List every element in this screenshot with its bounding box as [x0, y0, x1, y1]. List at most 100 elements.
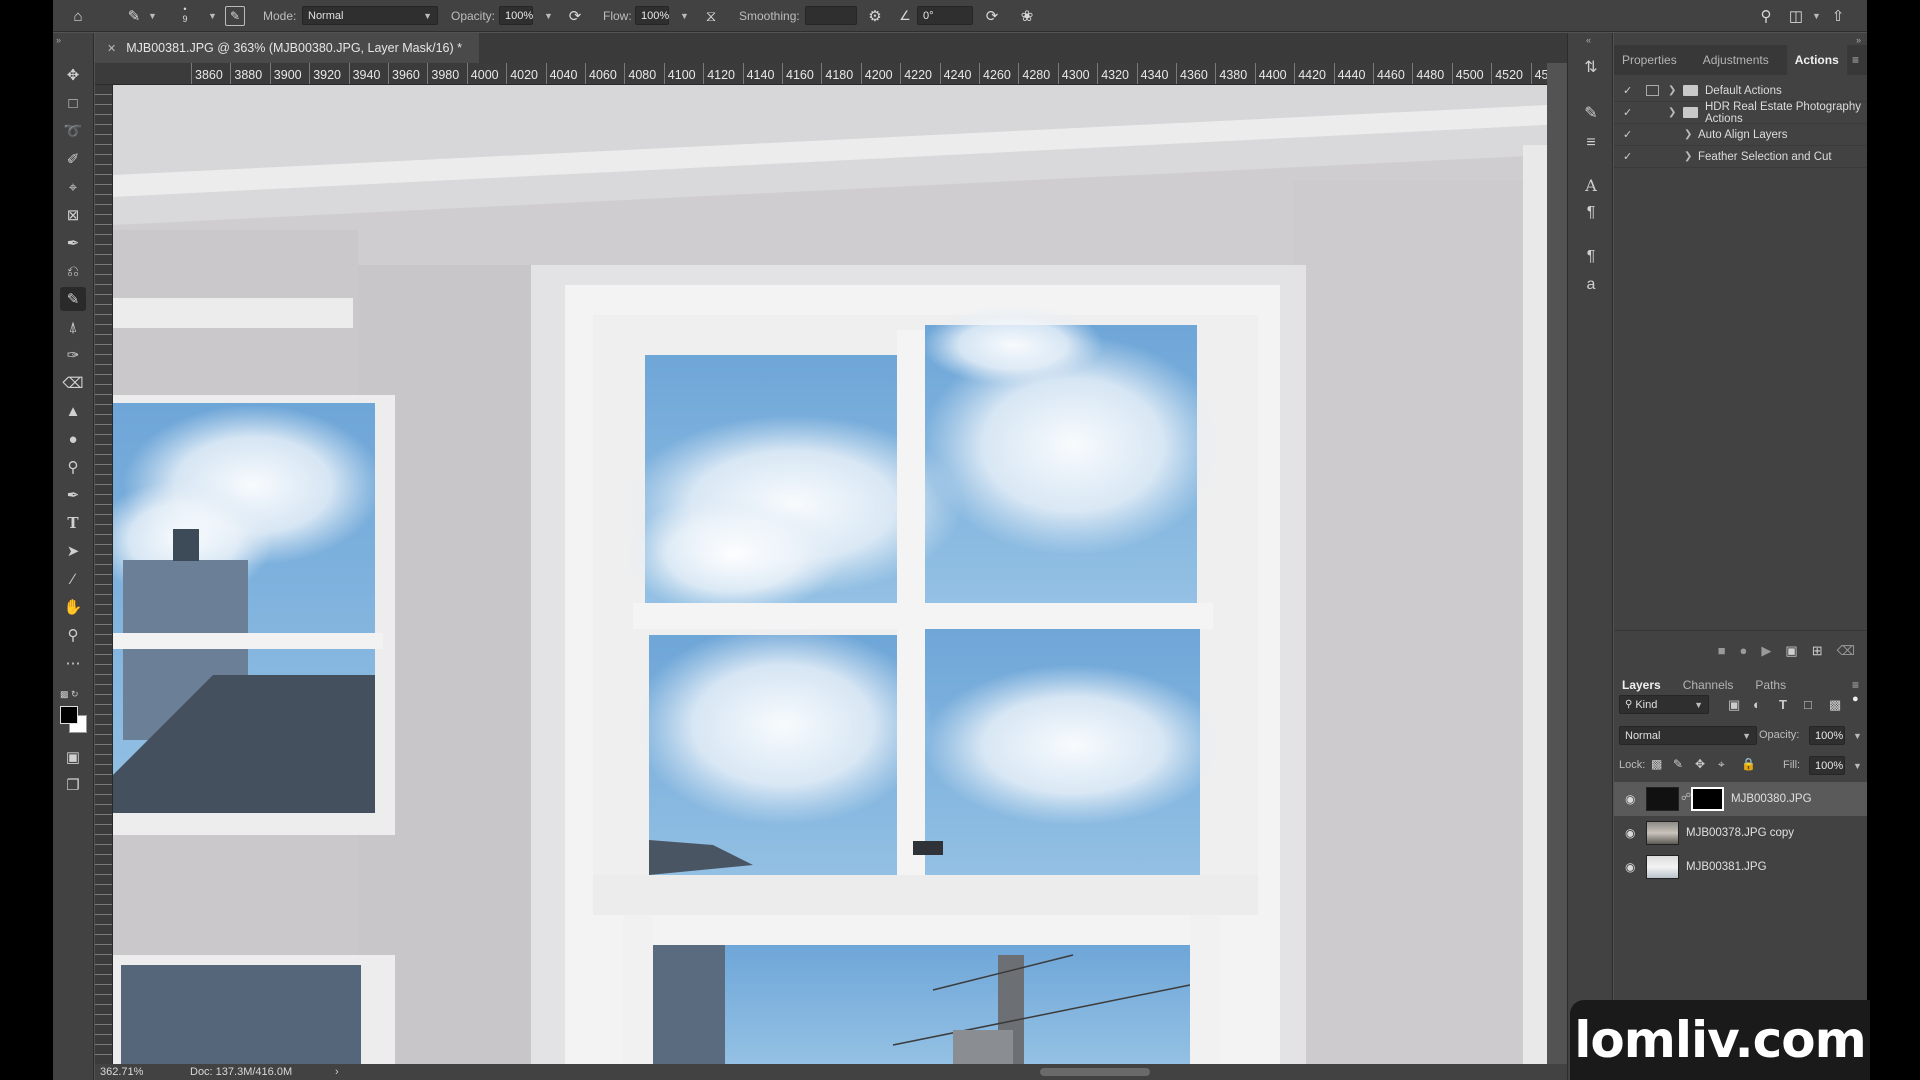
- blend-mode-select[interactable]: Normal ▼: [1619, 726, 1757, 745]
- chevron-down-icon[interactable]: ▼: [680, 11, 689, 21]
- search-icon[interactable]: ⚲: [1755, 6, 1777, 26]
- stop-icon[interactable]: ■: [1718, 643, 1726, 658]
- line-tool-icon[interactable]: ∕: [60, 567, 86, 591]
- history-panel-icon[interactable]: ⇅: [1578, 55, 1604, 79]
- chevron-down-icon[interactable]: ▼: [1853, 731, 1862, 741]
- chevron-right-icon[interactable]: ❯: [1684, 151, 1692, 162]
- new-action-icon[interactable]: ⊞: [1812, 643, 1823, 659]
- layer-thumbnail[interactable]: [1646, 855, 1679, 879]
- layer-mask-thumbnail[interactable]: [1691, 787, 1724, 811]
- more-tools-icon[interactable]: ⋯: [60, 651, 86, 675]
- dodge-tool-icon[interactable]: ⚲: [60, 455, 86, 479]
- frame-tool-icon[interactable]: ⊠: [60, 203, 86, 227]
- horizontal-ruler[interactable]: 3860 3880 3900 3920 3940 3960 3980 4000 4020 4040…: [95, 63, 1547, 85]
- record-icon[interactable]: ●: [1740, 643, 1748, 658]
- layer-thumbnail[interactable]: [1646, 821, 1679, 845]
- gear-icon[interactable]: ⚙: [864, 6, 886, 26]
- dialog-toggle-icon[interactable]: [1646, 85, 1659, 96]
- share-icon[interactable]: ⇧: [1827, 6, 1849, 26]
- brush-settings-toggle-icon[interactable]: ✎: [225, 6, 245, 26]
- zoom-tool-icon[interactable]: ⚲: [60, 623, 86, 647]
- move-tool-icon[interactable]: ✥: [60, 63, 86, 87]
- checkmark-icon[interactable]: ✓: [1623, 84, 1632, 97]
- layer-row-selected[interactable]: ◉ ☍ MJB00380.JPG: [1614, 782, 1867, 816]
- chevron-down-icon[interactable]: ▼: [208, 11, 217, 21]
- foreground-color-swatch[interactable]: [60, 706, 78, 724]
- brush-tool-icon[interactable]: ✎: [60, 287, 86, 311]
- checkmark-icon[interactable]: ✓: [1623, 128, 1632, 141]
- quick-selection-tool-icon[interactable]: ✐: [60, 147, 86, 171]
- checkmark-icon[interactable]: ✓: [1623, 106, 1632, 119]
- flow-field[interactable]: 100%: [635, 6, 669, 25]
- layer-row[interactable]: ◉ MJB00381.JPG: [1614, 850, 1867, 884]
- visibility-eye-icon[interactable]: ◉: [1625, 792, 1635, 806]
- play-icon[interactable]: ▶: [1761, 643, 1771, 659]
- lock-artboard-icon[interactable]: ⌖: [1718, 757, 1725, 772]
- panel-menu-icon[interactable]: ≡: [1852, 53, 1859, 67]
- lock-image-icon[interactable]: ✎: [1673, 757, 1683, 771]
- lasso-tool-icon[interactable]: ➰: [60, 119, 86, 143]
- doc-size-info[interactable]: Doc: 137.3M/416.0M: [190, 1066, 292, 1078]
- character-styles-icon[interactable]: a: [1578, 273, 1604, 297]
- layer-opacity-field[interactable]: 100%: [1809, 726, 1845, 745]
- new-set-folder-icon[interactable]: ▣: [1785, 643, 1797, 659]
- hand-tool-icon[interactable]: ✋: [60, 595, 86, 619]
- quick-mask-icon[interactable]: ▣: [60, 745, 86, 769]
- filter-toggle-icon[interactable]: ●: [1852, 693, 1859, 705]
- paint-bucket-tool-icon[interactable]: ▲: [60, 399, 86, 423]
- swap-colors-icon[interactable]: ▩ ↻: [60, 689, 79, 700]
- tab-properties[interactable]: Properties: [1614, 45, 1685, 75]
- collapse-toolbar-icon[interactable]: »: [56, 35, 61, 45]
- pressure-size-icon[interactable]: ⟳: [981, 6, 1003, 26]
- tab-paths[interactable]: Paths: [1747, 670, 1794, 700]
- airbrush-icon[interactable]: ⧖: [700, 6, 722, 26]
- trash-icon[interactable]: ⌫: [1837, 643, 1855, 659]
- visibility-eye-icon[interactable]: ◉: [1625, 826, 1635, 840]
- close-icon[interactable]: ✕: [107, 42, 116, 55]
- filter-smart-object-icon[interactable]: ▩: [1829, 697, 1841, 713]
- collapse-panels-icon[interactable]: »: [1856, 35, 1861, 45]
- fill-field[interactable]: 100%: [1809, 756, 1845, 775]
- link-icon[interactable]: ☍: [1681, 792, 1691, 803]
- panel-menu-icon[interactable]: ≡: [1852, 678, 1859, 692]
- chevron-down-icon[interactable]: ▼: [544, 11, 553, 21]
- marquee-tool-icon[interactable]: □: [60, 91, 86, 115]
- blur-tool-icon[interactable]: ●: [60, 427, 86, 451]
- layer-thumbnail[interactable]: [1646, 787, 1679, 811]
- filter-shape-icon[interactable]: □: [1804, 697, 1812, 712]
- lock-all-icon[interactable]: 🔒: [1741, 757, 1756, 771]
- action-set-row[interactable]: ✓ ❯ HDR Real Estate Photography Actions: [1614, 101, 1867, 125]
- screen-mode-icon[interactable]: ❐: [60, 773, 86, 797]
- pen-tool-icon[interactable]: ✒: [60, 483, 86, 507]
- horizontal-scrollbar[interactable]: [1040, 1068, 1150, 1076]
- crop-tool-icon[interactable]: ⌖: [60, 175, 86, 199]
- paragraph-styles-icon[interactable]: ¶: [1578, 245, 1604, 269]
- chevron-down-icon[interactable]: ▼: [148, 11, 157, 21]
- symmetry-butterfly-icon[interactable]: ❀: [1016, 6, 1038, 26]
- filter-adjustment-icon[interactable]: ◐: [1753, 697, 1761, 712]
- brush-settings-panel-icon[interactable]: ✎: [1578, 101, 1604, 125]
- smoothing-field[interactable]: [805, 6, 857, 25]
- workspace-icon[interactable]: ◫: [1785, 6, 1807, 26]
- action-row[interactable]: ✓ ❯ Feather Selection and Cut: [1614, 146, 1867, 168]
- chevron-down-icon[interactable]: ▼: [1812, 11, 1821, 21]
- lock-position-icon[interactable]: ✥: [1695, 757, 1705, 771]
- zoom-level[interactable]: 362.71%: [100, 1066, 143, 1078]
- chevron-right-icon[interactable]: ❯: [1684, 129, 1692, 140]
- path-selection-tool-icon[interactable]: ➤: [60, 539, 86, 563]
- brush-tool-preset-icon[interactable]: ✎: [123, 6, 145, 26]
- mode-select[interactable]: Normal ▼: [302, 6, 438, 25]
- layer-filter-select[interactable]: ⚲ Kind ▼: [1619, 695, 1709, 714]
- action-set-row[interactable]: ✓ ❯ Default Actions: [1614, 80, 1867, 102]
- chevron-down-icon[interactable]: ▼: [1853, 761, 1862, 771]
- collapse-dock-icon[interactable]: «: [1586, 35, 1591, 45]
- filter-type-icon[interactable]: T: [1779, 697, 1787, 712]
- chevron-right-icon[interactable]: ›: [335, 1066, 339, 1078]
- home-icon[interactable]: ⌂: [67, 6, 89, 26]
- adjustments-panel-icon[interactable]: ≡: [1578, 131, 1604, 155]
- lock-transparency-icon[interactable]: ▩: [1651, 757, 1662, 771]
- opacity-field[interactable]: 100%: [499, 6, 533, 25]
- filter-pixel-icon[interactable]: ▣: [1728, 697, 1740, 713]
- paragraph-panel-icon[interactable]: ¶: [1578, 201, 1604, 225]
- document-tab[interactable]: ✕ MJB00381.JPG @ 363% (MJB00380.JPG, Lay…: [95, 33, 479, 63]
